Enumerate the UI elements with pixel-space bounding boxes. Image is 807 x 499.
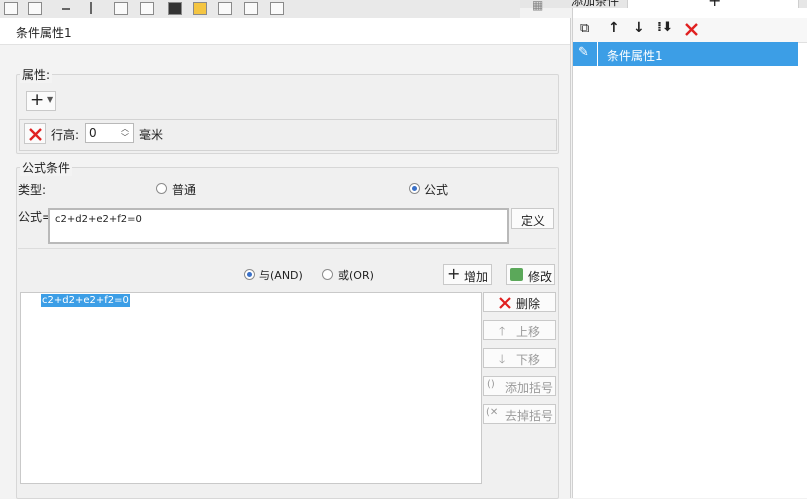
remove-bracket-icon: (✕ [486,407,499,418]
item-icon-cell: ✎ [573,42,598,66]
condition-property-dialog: 条件属性1 属性: + ▼ 行高: 0 ︿ ﹀ 毫米 公式条件 类型: 普通 公… [0,18,571,499]
grid-icon [28,2,42,15]
bar-icon [90,2,92,14]
formula-value: c2+d2+e2+f2=0 [55,214,142,225]
format-icon [140,2,154,15]
radio-and[interactable] [244,269,255,280]
doc-icon [244,2,258,15]
sort-down-icon[interactable]: ⁞⬇ [657,20,673,35]
add-bracket-label: 添加括号 [505,381,554,395]
arrow-up-icon: 🡑 [499,324,506,338]
move-up-label: 上移 [516,325,541,339]
dialog-title-bar: 条件属性1 [0,18,570,45]
row-height-stepper[interactable]: 0 ︿ ﹀ [85,123,134,143]
condition-panel: ⧉ ↑ ↓ ⁞⬇ ✎ 条件属性1 [572,8,807,498]
arrow-down-icon: 🡓 [499,352,506,366]
condition-item[interactable]: ✎ 条件属性1 [573,42,798,66]
plus-icon: + [447,264,461,283]
pencil-icon: ✎ [578,45,589,60]
modify-button[interactable]: 修改 [506,264,555,285]
dialog-title: 条件属性1 [16,26,72,40]
condition-panel-toolbar: ⧉ ↑ ↓ ⁞⬇ [573,18,807,43]
add-attribute-dropdown[interactable]: + ▼ [26,90,56,111]
attribute-section-label: 属性: [20,66,53,83]
radio-normal[interactable] [156,183,167,194]
radio-formula[interactable] [409,183,420,194]
sheet-icon [4,2,18,15]
define-button[interactable]: 定义 [511,208,554,229]
formula-section-label: 公式条件 [20,159,73,176]
shape-icon [218,2,232,15]
frame-icon [270,2,284,15]
logic-option-and: 与(AND) [259,269,303,282]
add-button[interactable]: + 增加 [443,264,492,285]
edit-gear-icon [510,268,523,281]
logic-option-or: 或(OR) [338,269,374,282]
copy-icon[interactable]: ⧉ [580,21,589,36]
add-bracket-button[interactable]: () 添加括号 [483,376,556,396]
chevron-down-icon: ▼ [47,95,54,104]
divider [18,248,556,249]
condition-list[interactable]: c2+d2+e2+f2=0 [20,292,482,484]
move-down-button[interactable]: 🡓 下移 [483,348,556,368]
delete-icon [499,297,511,309]
delete-icon[interactable] [685,23,698,36]
spin-down-icon[interactable]: ﹀ [121,132,129,143]
remove-attribute-button[interactable] [24,123,46,144]
row-height-value: 0 [89,126,97,140]
align-icon [114,2,128,15]
modify-button-label: 修改 [528,270,553,284]
remove-bracket-label: 去掉括号 [505,409,554,423]
chart-icon [168,2,182,15]
condition-list-item[interactable]: c2+d2+e2+f2=0 [41,294,130,307]
add-button-label: 增加 [464,270,489,284]
bracket-icon: () [487,379,495,390]
table-grid-icon: ▦ [532,0,544,12]
dash-icon [62,8,70,10]
formula-input[interactable]: c2+d2+e2+f2=0 [48,208,509,244]
radio-or[interactable] [322,269,333,280]
row-height-label: 行高: [51,128,80,142]
define-button-label: 定义 [521,214,546,228]
delete-icon [29,128,42,141]
image-icon [193,2,207,15]
move-up-button[interactable]: 🡑 上移 [483,320,556,340]
background-toolbar [0,0,520,19]
type-option-normal: 普通 [172,183,197,197]
type-label: 类型: [18,183,47,197]
plus-icon: + [30,90,45,110]
arrow-up-icon[interactable]: ↑ [608,20,620,36]
arrow-down-icon[interactable]: ↓ [633,20,645,36]
move-down-label: 下移 [516,353,541,367]
delete-button-label: 删除 [516,297,541,311]
type-option-formula: 公式 [424,183,449,197]
delete-button[interactable]: 删除 [483,292,556,312]
condition-item-label: 条件属性1 [607,49,663,63]
remove-bracket-button[interactable]: (✕ 去掉括号 [483,404,556,424]
formula-label: 公式= [18,210,53,224]
row-height-unit: 毫米 [139,128,164,142]
